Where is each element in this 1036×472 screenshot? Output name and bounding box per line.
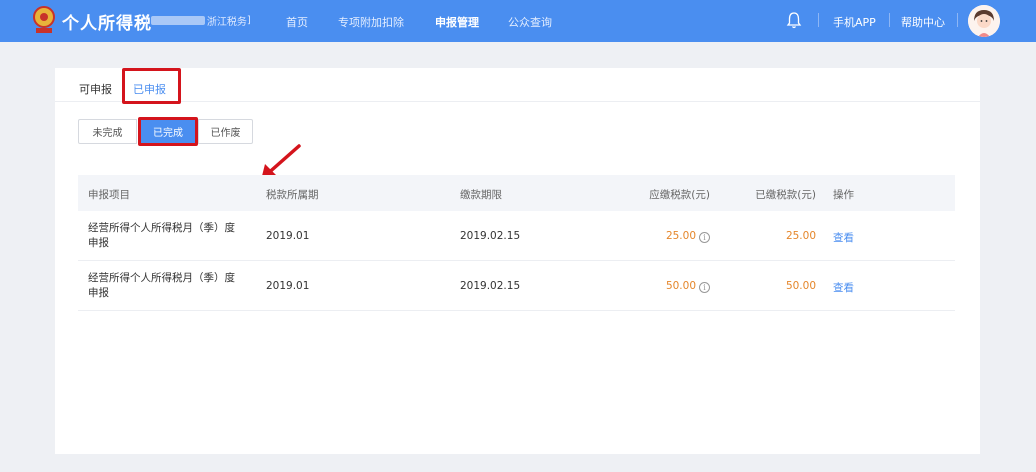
highlight-box-completed-filter xyxy=(138,117,198,146)
header-tax-paid: 已缴税款(元) xyxy=(755,189,816,201)
row-item-line2: 申报 xyxy=(88,237,109,249)
header-divider xyxy=(957,13,958,27)
row-tax-period: 2019.01 xyxy=(266,280,310,292)
info-icon[interactable]: i xyxy=(699,232,710,243)
header-divider xyxy=(889,13,890,27)
nav-special-deductions[interactable]: 专项附加扣除 xyxy=(338,14,404,30)
header-divider xyxy=(818,13,819,27)
filing-tabs: 可申报 已申报 xyxy=(55,68,980,102)
row-tax-paid: 50.00 xyxy=(785,280,816,292)
row-tax-paid: 25.00 xyxy=(785,230,816,242)
nav-public-query[interactable]: 公众查询 xyxy=(508,14,552,30)
avatar-icon xyxy=(968,5,1000,37)
app-title: 个人所得税 xyxy=(62,14,152,34)
row-item-line2: 申报 xyxy=(88,287,109,299)
view-link[interactable]: 查看 xyxy=(833,230,854,245)
info-icon[interactable]: i xyxy=(699,282,710,293)
row-payment-deadline: 2019.02.15 xyxy=(460,280,521,292)
filter-voided[interactable]: 已作废 xyxy=(198,119,253,144)
region-name: 浙江税务 xyxy=(206,17,247,28)
row-item-line1: 经营所得个人所得税月（季）度 xyxy=(88,272,235,284)
row-payment-deadline: 2019.02.15 xyxy=(460,230,521,242)
table-row: 经营所得个人所得税月（季）度 申报 2019.01 2019.02.15 50.… xyxy=(78,261,955,311)
top-bar: 个人所得税 [ 浙江税务 ] 首页 专项附加扣除 申报管理 公众查询 手机APP… xyxy=(0,0,1036,42)
row-item-name: 经营所得个人所得税月（季）度 申报 xyxy=(88,271,248,301)
tab-available-to-file[interactable]: 可申报 xyxy=(79,81,112,97)
region-bracket-open: [ xyxy=(145,15,149,26)
row-tax-due-value: 25.00 xyxy=(665,230,696,242)
mobile-app-link[interactable]: 手机APP xyxy=(833,14,876,30)
header-item: 申报项目 xyxy=(88,189,130,201)
bell-icon[interactable] xyxy=(786,11,802,29)
view-link[interactable]: 查看 xyxy=(833,280,854,295)
row-item-line1: 经营所得个人所得税月（季）度 xyxy=(88,222,235,234)
highlight-box-filed-tab xyxy=(122,68,181,104)
masked-username xyxy=(150,16,205,25)
nav-filing-management[interactable]: 申报管理 xyxy=(435,14,479,30)
nav-home[interactable]: 首页 xyxy=(286,14,308,30)
filed-returns-table: 申报项目 税款所属期 缴款期限 应缴税款(元) 已缴税款(元) 操作 经营所得个… xyxy=(78,175,955,311)
region-label: [ 浙江税务 ] xyxy=(145,13,251,28)
header-tax-period: 税款所属期 xyxy=(266,189,319,201)
table-row: 经营所得个人所得税月（季）度 申报 2019.01 2019.02.15 25.… xyxy=(78,211,955,261)
tax-emblem-logo xyxy=(33,6,55,33)
row-tax-period: 2019.01 xyxy=(266,230,310,242)
table-header: 申报项目 税款所属期 缴款期限 应缴税款(元) 已缴税款(元) 操作 xyxy=(78,175,955,211)
user-avatar[interactable] xyxy=(968,5,1000,37)
header-actions: 操作 xyxy=(833,189,854,201)
row-item-name: 经营所得个人所得税月（季）度 申报 xyxy=(88,221,248,251)
filter-incomplete[interactable]: 未完成 xyxy=(78,119,137,144)
header-payment-deadline: 缴款期限 xyxy=(460,189,502,201)
row-tax-due: 50.00 i xyxy=(666,280,710,293)
main-panel: 可申报 已申报 未完成 已完成 已作废 申报项目 税款所属期 缴款期限 应缴税款… xyxy=(55,68,980,454)
help-center-link[interactable]: 帮助中心 xyxy=(901,14,945,30)
row-tax-due-value: 50.00 xyxy=(665,280,696,292)
region-bracket-close: ] xyxy=(246,15,251,26)
header-tax-due: 应缴税款(元) xyxy=(649,189,710,201)
row-tax-due: 25.00 i xyxy=(666,230,710,243)
